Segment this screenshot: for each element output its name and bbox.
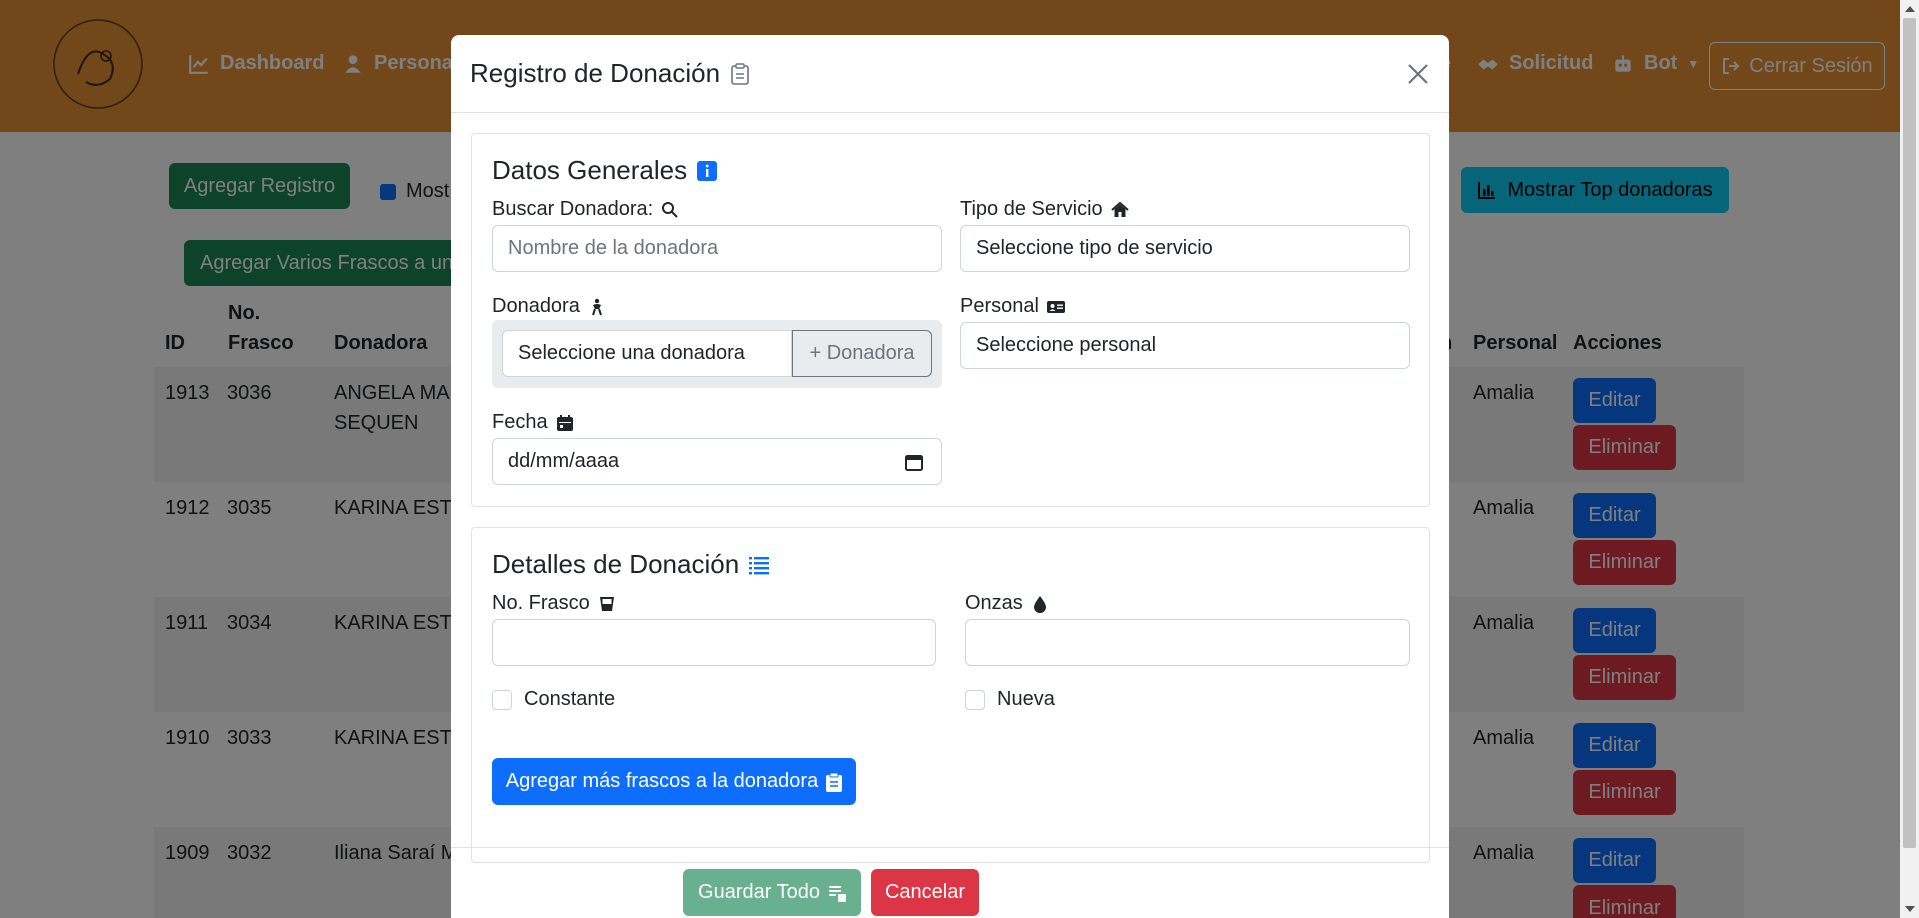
donor-label-text: Donadora <box>492 295 580 317</box>
calendar-icon <box>556 414 573 431</box>
service-type-select[interactable]: Seleccione tipo de servicio <box>960 225 1410 272</box>
checkbox-icon <box>492 689 512 710</box>
donation-modal: Registro de Donación Datos Generales Bus… <box>451 35 1449 918</box>
save-list-icon <box>828 885 846 902</box>
date-label: Fecha <box>492 411 574 434</box>
service-type-label-text: Tipo de Servicio <box>960 198 1103 220</box>
search-donor-label: Buscar Donadora: <box>492 198 679 221</box>
save-all-button[interactable]: Guardar Todo <box>683 869 861 916</box>
glass-icon <box>599 596 614 611</box>
donor-select[interactable]: Seleccione una donadora <box>502 330 792 377</box>
id-card-icon <box>1046 300 1065 313</box>
date-label-text: Fecha <box>492 411 548 433</box>
search-donor-label-text: Buscar Donadora: <box>492 198 654 220</box>
modal-title-text: Registro de Donación <box>470 58 721 88</box>
list-icon <box>749 556 770 574</box>
search-donor-input[interactable]: Nombre de la donadora <box>492 225 942 272</box>
general-data-title-text: Datos Generales <box>492 155 688 185</box>
person-breastfeeding-icon <box>591 298 602 315</box>
clipboard-icon <box>731 62 749 85</box>
constante-label: Constante <box>524 688 616 710</box>
nueva-label: Nueva <box>997 688 1055 710</box>
general-data-title: Datos Generales <box>492 155 718 186</box>
staff-label: Personal <box>960 295 1065 318</box>
donation-details-title: Detalles de Donación <box>492 549 770 580</box>
scrollbar-thumb[interactable] <box>1903 18 1916 848</box>
cancel-button[interactable]: Cancelar <box>871 869 979 916</box>
droplet-icon <box>1033 595 1046 613</box>
donation-details-card: Detalles de Donación No. Frasco Onzas Co… <box>471 527 1430 863</box>
date-input-value: dd/mm/aaaa <box>508 450 620 472</box>
onzas-label-text: Onzas <box>965 592 1023 614</box>
donation-details-title-text: Detalles de Donación <box>492 549 740 579</box>
save-all-label: Guardar Todo <box>698 881 820 903</box>
service-type-label: Tipo de Servicio <box>960 198 1129 221</box>
scroll-down-icon[interactable] <box>1905 906 1915 912</box>
scroll-up-icon[interactable] <box>1905 6 1915 12</box>
add-donor-button[interactable]: + Donadora <box>792 330 932 377</box>
onzas-input[interactable] <box>965 619 1410 666</box>
frasco-label: No. Frasco <box>492 592 616 615</box>
calendar-picker-icon[interactable] <box>905 453 923 471</box>
info-icon <box>697 160 718 181</box>
checkbox-icon <box>965 689 985 710</box>
frasco-label-text: No. Frasco <box>492 592 590 614</box>
staff-select[interactable]: Seleccione personal <box>960 322 1410 369</box>
modal-header: Registro de Donación <box>451 35 1449 113</box>
date-input[interactable]: dd/mm/aaaa <box>492 438 942 485</box>
modal-title: Registro de Donación <box>470 58 750 89</box>
staff-label-text: Personal <box>960 295 1039 317</box>
close-icon[interactable] <box>1407 63 1429 85</box>
search-icon <box>662 201 678 218</box>
scrollbar[interactable] <box>1900 0 1919 918</box>
frasco-input[interactable] <box>492 619 936 666</box>
home-icon <box>1110 201 1129 217</box>
onzas-label: Onzas <box>965 592 1049 615</box>
clipboard-list-icon <box>826 772 843 792</box>
nueva-checkbox[interactable]: Nueva <box>965 688 1055 711</box>
donor-label: Donadora <box>492 295 606 318</box>
add-more-bottles-button[interactable]: Agregar más frascos a la donadora <box>492 758 856 805</box>
add-more-bottles-label: Agregar más frascos a la donadora <box>505 770 819 792</box>
general-data-card: Datos Generales Buscar Donadora: Nombre … <box>471 133 1430 507</box>
constante-checkbox[interactable]: Constante <box>492 688 615 711</box>
